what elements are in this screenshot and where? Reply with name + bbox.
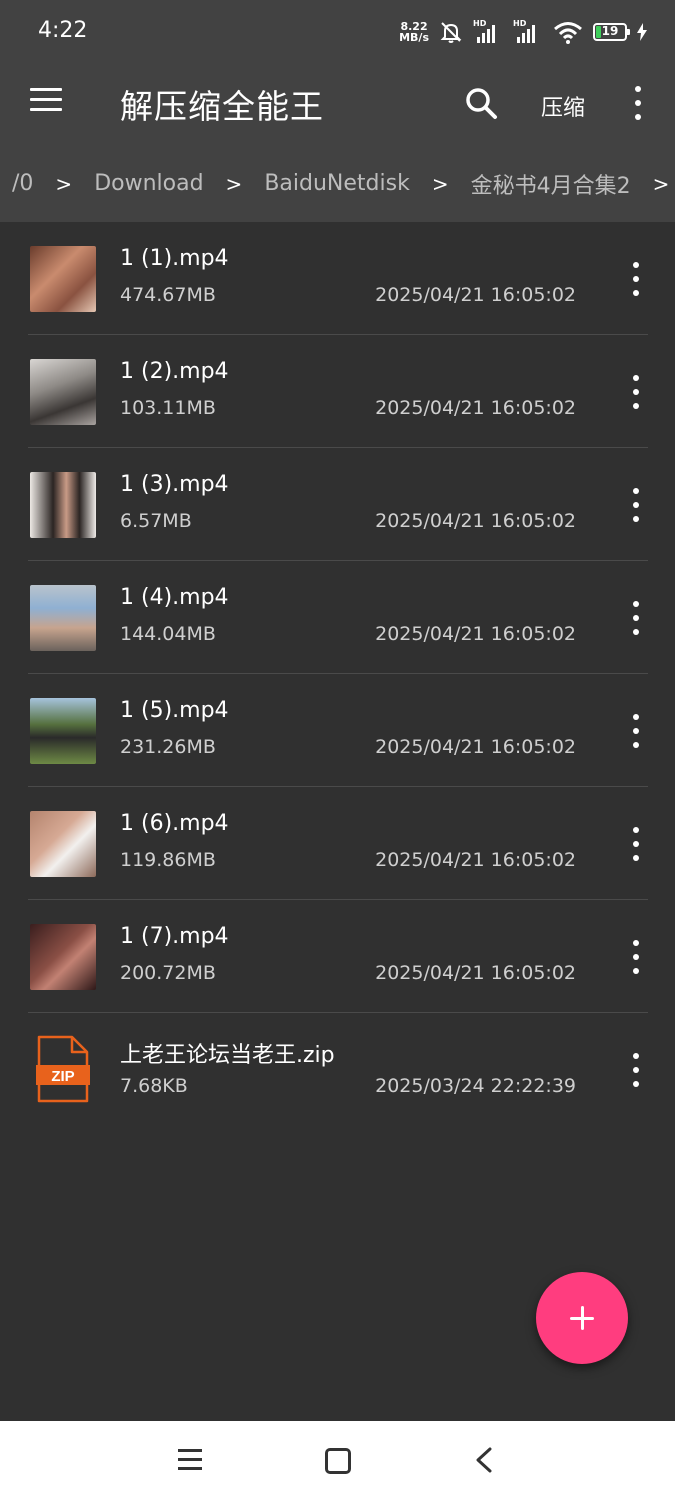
- file-date: 2025/04/21 16:05:02: [375, 510, 576, 532]
- battery-icon: 19: [593, 23, 630, 41]
- recent-apps-button[interactable]: [178, 1449, 204, 1471]
- breadcrumb-path: /0 > Download > BaiduNetdisk > 金秘书4月合集2 …: [12, 145, 675, 222]
- more-vert-icon[interactable]: [630, 86, 646, 120]
- charging-icon: [637, 23, 647, 41]
- file-size: 474.67MB: [120, 284, 216, 306]
- more-vert-icon[interactable]: [628, 940, 644, 974]
- more-vert-icon[interactable]: [628, 827, 644, 861]
- mute-bell-icon: [440, 22, 462, 43]
- file-date: 2025/04/21 16:05:02: [375, 284, 576, 306]
- video-thumbnail: [30, 585, 96, 651]
- file-row[interactable]: 1 (2).mp4 103.11MB 2025/04/21 16:05:02: [28, 335, 648, 448]
- file-date: 2025/04/21 16:05:02: [375, 397, 576, 419]
- file-date: 2025/04/21 16:05:02: [375, 623, 576, 645]
- breadcrumb-item[interactable]: /0: [12, 171, 33, 196]
- chevron-right-icon: >: [55, 171, 73, 196]
- battery-percent: 19: [601, 24, 619, 38]
- file-row[interactable]: 1 (3).mp4 6.57MB 2025/04/21 16:05:02: [28, 448, 648, 561]
- file-size: 103.11MB: [120, 397, 216, 419]
- more-vert-icon[interactable]: [628, 601, 644, 635]
- file-size: 144.04MB: [120, 623, 216, 645]
- chevron-left-icon: [476, 1447, 492, 1473]
- file-size: 231.26MB: [120, 736, 216, 758]
- more-vert-icon[interactable]: [628, 488, 644, 522]
- menu-lines-icon: [178, 1449, 204, 1470]
- file-row[interactable]: 1 (5).mp4 231.26MB 2025/04/21 16:05:02: [28, 674, 648, 787]
- more-vert-icon[interactable]: [628, 1053, 644, 1087]
- video-thumbnail: [30, 246, 96, 312]
- file-name: 1 (6).mp4: [120, 811, 229, 836]
- zip-file-icon: ZIP: [36, 1035, 90, 1103]
- top-bar: 4:22 8.22 MB/s HD HD 19 解压缩全能王 压缩: [0, 0, 675, 145]
- file-size: 6.57MB: [120, 510, 192, 532]
- signal-sim1-icon: HD: [473, 19, 503, 43]
- video-thumbnail: [30, 359, 96, 425]
- more-vert-icon[interactable]: [628, 262, 644, 296]
- file-row[interactable]: 1 (7).mp4 200.72MB 2025/04/21 16:05:02: [28, 900, 648, 1013]
- breadcrumb-item[interactable]: 金秘书4月合集2: [471, 168, 631, 200]
- file-size: 119.86MB: [120, 849, 216, 871]
- chevron-right-icon: >: [431, 171, 449, 196]
- breadcrumb-item[interactable]: BaiduNetdisk: [264, 171, 410, 196]
- file-date: 2025/04/21 16:05:02: [375, 736, 576, 758]
- network-speed-unit: MB/s: [399, 31, 429, 44]
- menu-icon: [30, 88, 64, 111]
- more-vert-icon[interactable]: [628, 375, 644, 409]
- zip-badge: ZIP: [51, 1068, 74, 1085]
- file-size: 200.72MB: [120, 962, 216, 984]
- video-thumbnail: [30, 924, 96, 990]
- video-thumbnail: [30, 811, 96, 877]
- breadcrumb: /0 > Download > BaiduNetdisk > 金秘书4月合集2 …: [0, 145, 675, 222]
- video-thumbnail: [30, 698, 96, 764]
- status-time: 4:22: [38, 18, 88, 43]
- file-row[interactable]: 1 (6).mp4 119.86MB 2025/04/21 16:05:02: [28, 787, 648, 900]
- file-name: 1 (5).mp4: [120, 698, 229, 723]
- chevron-right-icon: >: [225, 171, 243, 196]
- search-button[interactable]: [462, 84, 502, 124]
- back-button[interactable]: [474, 1447, 494, 1473]
- file-name: 1 (1).mp4: [120, 246, 229, 271]
- file-name: 1 (2).mp4: [120, 359, 229, 384]
- app-title: 解压缩全能王: [120, 87, 324, 126]
- status-bar: 4:22 8.22 MB/s HD HD 19: [0, 0, 675, 62]
- file-name: 1 (4).mp4: [120, 585, 229, 610]
- file-row[interactable]: ZIP 上老王论坛当老王.zip 7.68KB 2025/03/24 22:22…: [28, 1013, 648, 1125]
- video-thumbnail: [30, 472, 96, 538]
- system-nav-bar: [0, 1421, 675, 1500]
- signal-sim2-icon: HD: [513, 19, 543, 43]
- app-bar: 解压缩全能王 压缩: [0, 62, 675, 145]
- breadcrumb-item[interactable]: Download: [94, 171, 203, 196]
- file-name: 1 (7).mp4: [120, 924, 229, 949]
- file-name: 1 (3).mp4: [120, 472, 229, 497]
- file-row[interactable]: 1 (1).mp4 474.67MB 2025/04/21 16:05:02: [28, 222, 648, 335]
- add-fab-button[interactable]: [536, 1272, 628, 1364]
- file-row[interactable]: 1 (4).mp4 144.04MB 2025/04/21 16:05:02: [28, 561, 648, 674]
- compress-button[interactable]: 压缩: [541, 90, 585, 122]
- chevron-right-icon: >: [652, 171, 670, 196]
- file-name: 上老王论坛当老王.zip: [120, 1043, 335, 1068]
- file-date: 2025/03/24 22:22:39: [375, 1075, 576, 1097]
- network-speed: 8.22 MB/s: [399, 21, 429, 43]
- home-button[interactable]: [325, 1448, 351, 1474]
- status-icons: 8.22 MB/s HD HD 19: [399, 18, 647, 46]
- search-icon: [466, 88, 497, 119]
- more-vert-icon[interactable]: [628, 714, 644, 748]
- wifi-icon: [554, 22, 582, 44]
- file-size: 7.68KB: [120, 1075, 188, 1097]
- menu-button[interactable]: [30, 88, 64, 118]
- file-date: 2025/04/21 16:05:02: [375, 849, 576, 871]
- file-date: 2025/04/21 16:05:02: [375, 962, 576, 984]
- file-list: 1 (1).mp4 474.67MB 2025/04/21 16:05:02 1…: [0, 222, 675, 1125]
